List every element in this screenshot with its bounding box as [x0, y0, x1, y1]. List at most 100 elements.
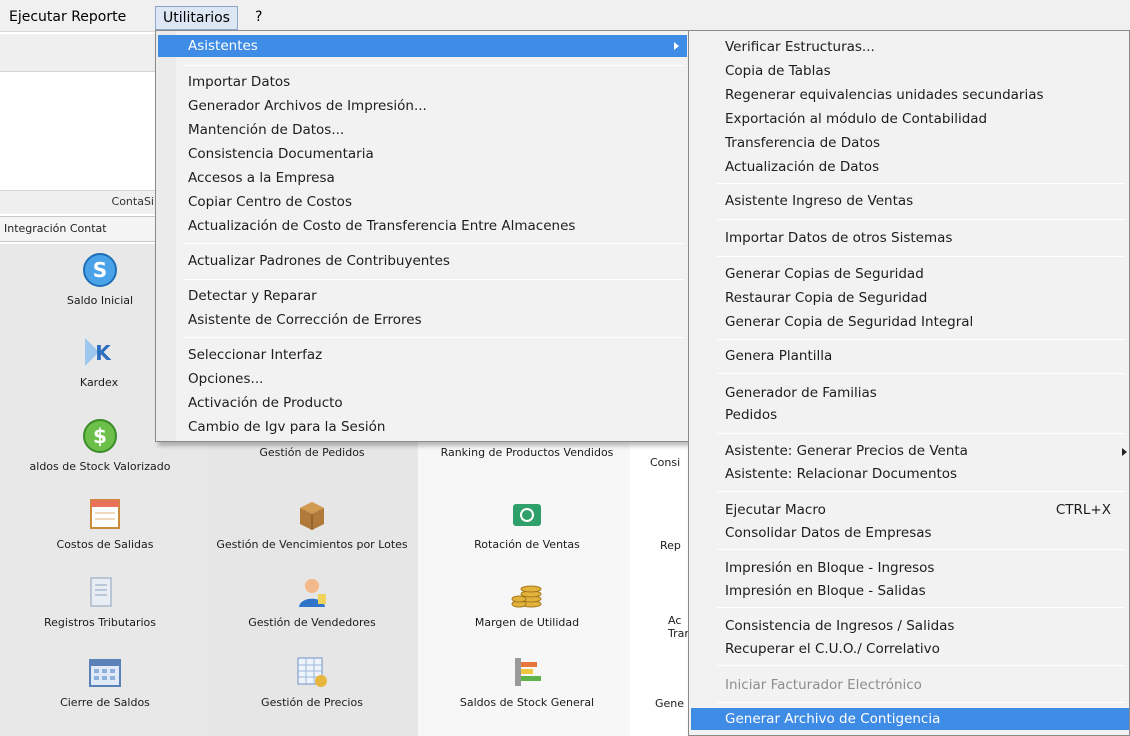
rotation-icon	[513, 504, 541, 526]
saldo-inicial-icon: S	[83, 253, 117, 287]
tile-rotacion-ventas[interactable]: Rotación de Ventas	[432, 496, 622, 551]
submenu-item-generador-familias[interactable]: Generador de Familias	[691, 382, 1129, 404]
menu-item-label: Asistentes	[188, 38, 258, 54]
tile-ac-tran[interactable]: Ac Tran	[668, 614, 692, 640]
menu-item-generador-archivos[interactable]: Generador Archivos de Impresión...	[158, 95, 687, 117]
tile-saldo-inicial[interactable]: S Saldo Inicial	[30, 252, 170, 307]
menu-item-consistencia-documentaria[interactable]: Consistencia Documentaria	[158, 143, 687, 165]
tile-margen-utilidad[interactable]: Margen de Utilidad	[432, 574, 622, 629]
tile-label: aldos de Stock Valorizado	[29, 460, 171, 473]
menu-item-asistentes[interactable]: Asistentes	[158, 35, 687, 57]
submenu-item-consolidar-datos[interactable]: Consolidar Datos de Empresas	[691, 522, 1129, 544]
tile-costos-salidas[interactable]: Costos de Salidas	[20, 496, 190, 551]
submenu-item-generar-precios-venta[interactable]: Asistente: Generar Precios de Venta	[691, 440, 1129, 462]
submenu-item-asistente-ingreso-ventas[interactable]: Asistente Ingreso de Ventas	[691, 190, 1129, 212]
menu-separator	[717, 373, 1125, 374]
tile-registros-tributarios[interactable]: Registros Tributarios	[0, 574, 200, 629]
menu-separator	[717, 219, 1125, 220]
submenu-item-relacionar-documentos[interactable]: Asistente: Relacionar Documentos	[691, 463, 1129, 485]
tile-gestion-precios[interactable]: Gestión de Precios	[222, 654, 402, 709]
tile-label: Registros Tributarios	[44, 616, 156, 629]
menu-item-cambio-igv[interactable]: Cambio de Igv para la Sesión	[158, 416, 687, 438]
menu-item-detectar-reparar[interactable]: Detectar y Reparar	[158, 285, 687, 307]
tile-saldos-stock-general[interactable]: Saldos de Stock General	[432, 654, 622, 709]
submenu-item-importar-otros-sistemas[interactable]: Importar Datos de otros Sistemas	[691, 227, 1129, 249]
menu-separator	[717, 339, 1125, 340]
menu-item-activacion-producto[interactable]: Activación de Producto	[158, 392, 687, 414]
calendar-icon	[90, 499, 120, 529]
menu-utilitarios[interactable]: Utilitarios	[155, 6, 238, 30]
tile-label: Saldos de Stock General	[459, 696, 595, 709]
tile-label: Consi	[650, 456, 681, 469]
tile-label: Gene	[655, 697, 685, 710]
tile-gestion-vendedores[interactable]: Gestión de Vendedores	[222, 574, 402, 629]
submenu-item-consistencia-ingresos-salidas[interactable]: Consistencia de Ingresos / Salidas	[691, 615, 1129, 637]
tile-kardex[interactable]: K Kardex	[44, 334, 154, 389]
tile-gestion-pedidos[interactable]: Gestión de Pedidos	[222, 446, 402, 459]
submenu-item-actualizacion-datos[interactable]: Actualización de Datos	[691, 156, 1129, 178]
tile-gene[interactable]: Gene	[655, 697, 690, 710]
menu-bar: Ejecutar Reporte Utilitarios ?	[0, 0, 1130, 32]
menu-separator	[184, 279, 684, 280]
menu-item-actualizacion-costo[interactable]: Actualización de Costo de Transferencia …	[158, 215, 687, 237]
submenu-item-impresion-ingresos[interactable]: Impresión en Bloque - Ingresos	[691, 557, 1129, 579]
asistentes-submenu: Verificar Estructuras... Copia de Tablas…	[688, 30, 1130, 736]
submenu-item-ejecutar-macro[interactable]: Ejecutar Macro CTRL+X	[691, 499, 1129, 521]
submenu-item-regenerar-equivalencias[interactable]: Regenerar equivalencias unidades secunda…	[691, 84, 1129, 106]
menu-item-mantencion-datos[interactable]: Mantención de Datos...	[158, 119, 687, 141]
submenu-item-pedidos[interactable]: Pedidos	[691, 404, 1129, 426]
shortcut-label: CTRL+X	[1055, 502, 1111, 518]
submenu-item-exportacion-contabilidad[interactable]: Exportación al módulo de Contabilidad	[691, 108, 1129, 130]
menu-separator	[184, 243, 684, 244]
coins-icon	[511, 585, 542, 608]
submenu-item-generar-archivo-contigencia[interactable]: Generar Archivo de Contigencia	[691, 708, 1129, 730]
submenu-item-copia-tablas[interactable]: Copia de Tablas	[691, 60, 1129, 82]
menu-separator	[717, 607, 1125, 608]
tab-integracion-contable[interactable]: Integración Contat	[0, 216, 156, 242]
submenu-item-recuperar-cuo[interactable]: Recuperar el C.U.O./ Correlativo	[691, 638, 1129, 660]
menu-separator	[184, 65, 684, 66]
menu-item-accesos-empresa[interactable]: Accesos a la Empresa	[158, 167, 687, 189]
menu-item-opciones[interactable]: Opciones...	[158, 368, 687, 390]
tile-label: Gestión de Vendedores	[248, 616, 376, 629]
tile-label: Margen de Utilidad	[474, 616, 580, 629]
menu-item-actualizar-padrones[interactable]: Actualizar Padrones de Contribuyentes	[158, 250, 687, 272]
tile-label: Ac Tran	[668, 614, 692, 640]
submenu-item-impresion-salidas[interactable]: Impresión en Bloque - Salidas	[691, 580, 1129, 602]
box-icon	[300, 502, 324, 530]
svg-text:S: S	[93, 258, 107, 282]
tile-ranking-productos[interactable]: Ranking de Productos Vendidos	[432, 446, 622, 459]
tile-cierre-saldos[interactable]: Cierre de Saldos	[20, 654, 190, 709]
submenu-item-generar-copias-seguridad[interactable]: Generar Copias de Seguridad	[691, 263, 1129, 285]
tile-label: Cierre de Saldos	[60, 696, 150, 709]
tile-label: Kardex	[79, 376, 119, 389]
submenu-item-restaurar-copia[interactable]: Restaurar Copia de Seguridad	[691, 287, 1129, 309]
tile-consi[interactable]: Consi	[650, 456, 690, 469]
menu-separator	[717, 702, 1125, 703]
submenu-item-verificar-estructuras[interactable]: Verificar Estructuras...	[691, 36, 1129, 58]
tile-label: Gestión de Pedidos	[259, 446, 365, 459]
menu-item-seleccionar-interfaz[interactable]: Seleccionar Interfaz	[158, 344, 687, 366]
menu-item-copiar-centro-costos[interactable]: Copiar Centro de Costos	[158, 191, 687, 213]
submenu-item-iniciar-facturador[interactable]: Iniciar Facturador Electrónico	[691, 674, 1129, 696]
submenu-item-transferencia-datos[interactable]: Transferencia de Datos	[691, 132, 1129, 154]
menu-item-asistente-correccion[interactable]: Asistente de Corrección de Errores	[158, 309, 687, 331]
submenu-item-genera-plantilla[interactable]: Genera Plantilla	[691, 345, 1129, 367]
tile-label: Rep	[660, 539, 681, 552]
toolbar-area	[0, 34, 156, 72]
menu-separator	[717, 433, 1125, 434]
tile-gestion-vencimientos[interactable]: Gestión de Vencimientos por Lotes	[212, 496, 412, 551]
svg-text:$: $	[93, 424, 107, 448]
menu-separator	[717, 665, 1125, 666]
document-icon	[90, 577, 112, 607]
menu-item-importar-datos[interactable]: Importar Datos	[158, 71, 687, 93]
menu-separator	[717, 549, 1125, 550]
tile-label: Gestión de Vencimientos por Lotes	[216, 538, 408, 551]
submenu-item-copia-integral[interactable]: Generar Copia de Seguridad Integral	[691, 311, 1129, 333]
tile-label: Gestión de Precios	[261, 696, 363, 709]
user-icon	[299, 579, 326, 607]
menu-ejecutar-reporte[interactable]: Ejecutar Reporte	[2, 6, 133, 30]
tile-rep[interactable]: Rep	[660, 539, 690, 552]
content-blank-area	[0, 72, 156, 190]
menu-help[interactable]: ?	[248, 6, 269, 30]
